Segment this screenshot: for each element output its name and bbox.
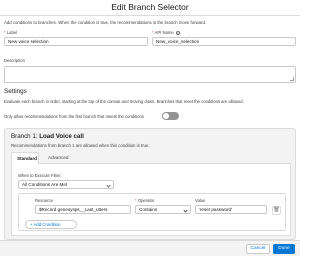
modal-header: Edit Branch Selector <box>0 0 300 16</box>
branch-card: Branch 1: Load Voice call Recommendation… <box>4 128 296 240</box>
settings-heading: Settings <box>4 88 27 95</box>
chevron-down-icon <box>106 182 111 188</box>
done-button[interactable]: Done <box>273 244 295 254</box>
first-branch-toggle[interactable] <box>162 112 179 120</box>
api-name-input[interactable]: New_voice_selection <box>152 37 296 46</box>
condition-row: Resource $Record.genesysps__Last_utters … <box>18 193 286 231</box>
add-condition-button[interactable]: + Add Condition <box>25 220 77 229</box>
filter-select[interactable]: All Conditions Are Met <box>18 180 114 189</box>
filter-label: When to Execute Filter: <box>18 173 62 178</box>
modal-title: Edit Branch Selector <box>111 2 189 12</box>
branch-tabs: Standard Advanced <box>11 152 291 164</box>
tab-advanced[interactable]: Advanced <box>43 152 73 164</box>
branch-title: Branch 1: Load Voice call <box>11 133 84 140</box>
api-name-field-label: * API Name i <box>152 30 180 35</box>
description-label: Description <box>4 58 25 63</box>
value-input[interactable]: 'reset password' <box>195 205 267 214</box>
resource-input[interactable]: $Record.genesysps__Last_utters <box>35 205 131 214</box>
tab-standard[interactable]: Standard <box>11 152 39 164</box>
settings-description: Evaluate each branch in order, starting … <box>4 99 244 104</box>
standard-panel: When to Execute Filter: All Conditions A… <box>11 164 291 236</box>
operator-select[interactable]: Contains <box>135 205 191 214</box>
chevron-down-icon <box>183 207 188 213</box>
delete-icon[interactable]: 🗑 <box>272 206 281 215</box>
value-label: Value <box>195 198 206 203</box>
toggle-knob <box>163 113 169 119</box>
label-input[interactable]: New voice selection <box>4 37 148 46</box>
resource-label: Resource <box>35 198 53 203</box>
operator-label: * Operator <box>135 198 155 203</box>
info-icon[interactable]: i <box>175 30 180 35</box>
resize-handle-icon[interactable] <box>290 77 294 81</box>
label-field-label: * Label <box>4 30 18 35</box>
toggle-label: Only allow recommendations from the firs… <box>4 114 144 119</box>
description-textarea[interactable] <box>4 66 296 83</box>
cancel-button[interactable]: Cancel <box>246 244 270 254</box>
modal-footer: Cancel Done <box>0 240 300 256</box>
intro-text: Add conditions to branches. When the con… <box>4 20 207 25</box>
branch-subtitle: Recommendations from branch 1 are allowe… <box>11 143 150 148</box>
